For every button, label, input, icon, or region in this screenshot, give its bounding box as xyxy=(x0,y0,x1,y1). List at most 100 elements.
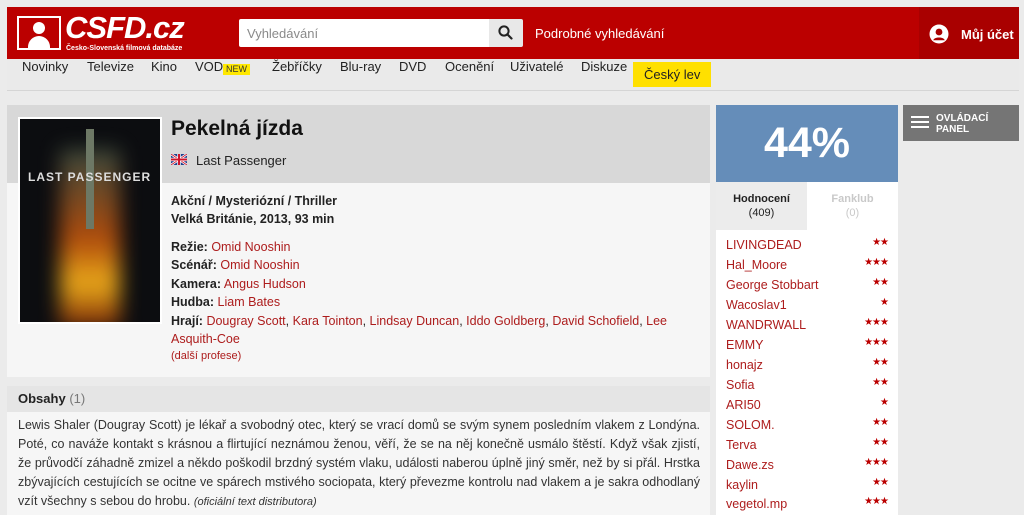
main-nav: Novinky Televize Kino VOD NEW Žebříčky B… xyxy=(7,59,1019,91)
director-row: Režie: Omid Nooshin xyxy=(171,240,291,254)
rating-row: Hal_Moore ★★★ xyxy=(726,257,889,275)
nav-item-kino[interactable]: Kino xyxy=(151,59,177,90)
writer-label: Scénář: xyxy=(171,258,217,272)
rating-user-link[interactable]: LIVINGDEAD xyxy=(726,238,802,252)
plot-header xyxy=(7,386,710,412)
rating-stars: ★ xyxy=(880,297,889,308)
rating-user-link[interactable]: Terva xyxy=(726,438,757,452)
rating-stars: ★★★ xyxy=(864,457,889,468)
account-button[interactable]: Můj účet xyxy=(919,7,1019,59)
rating-row: EMMY ★★★ xyxy=(726,337,889,355)
logo-text: CSFD.cz xyxy=(65,10,185,45)
site-logo[interactable]: CSFD.cz Česko-Slovenská filmová databáze xyxy=(17,10,187,54)
rating-stars: ★★ xyxy=(872,437,889,448)
cast-link[interactable]: Kara Tointon xyxy=(293,314,363,328)
rating-user-link[interactable]: Hal_Moore xyxy=(726,258,787,272)
tab-fanclub[interactable]: Fanklub (0) xyxy=(807,182,898,230)
rating-row: WANDRWALL ★★★ xyxy=(726,317,889,335)
rating-row: Terva ★★ xyxy=(726,437,889,455)
rating-user-link[interactable]: ARI50 xyxy=(726,398,761,412)
original-title: Last Passenger xyxy=(196,153,287,168)
nav-item-cesky-lev[interactable]: Český lev xyxy=(633,62,712,87)
more-professions-link[interactable]: (další profese) xyxy=(171,350,241,362)
camera-row: Kamera: Angus Hudson xyxy=(171,277,306,291)
rating-stars: ★★★ xyxy=(864,337,889,348)
new-badge: NEW xyxy=(223,64,250,75)
rating-row: LIVINGDEAD ★★ xyxy=(726,237,889,255)
logo-tagline: Česko-Slovenská filmová databáze xyxy=(66,45,183,52)
rating-user-link[interactable]: kaylin xyxy=(726,478,758,492)
nav-item-zebricky[interactable]: Žebříčky xyxy=(272,59,322,90)
cast-row: Hrají: Dougray Scott, Kara Tointon, Lind… xyxy=(171,314,667,346)
control-panel-button[interactable]: OVLÁDACÍ PANEL xyxy=(903,105,1019,141)
rating-row: kaylin ★★ xyxy=(726,477,889,495)
director-link[interactable]: Omid Nooshin xyxy=(211,240,290,254)
film-genres: Akční / Mysteriózní / Thriller xyxy=(171,194,338,208)
rating-user-link[interactable]: EMMY xyxy=(726,338,764,352)
rating-user-link[interactable]: SOLOM. xyxy=(726,418,775,432)
rating-user-link[interactable]: honajz xyxy=(726,358,763,372)
rating-row: ARI50 ★ xyxy=(726,397,889,415)
writer-link[interactable]: Omid Nooshin xyxy=(220,258,299,272)
rating-stars: ★★ xyxy=(872,277,889,288)
film-title: Pekelná jízda xyxy=(171,117,303,140)
film-poster[interactable]: LAST PASSENGER xyxy=(18,117,162,324)
plot-text: Lewis Shaler (Dougray Scott) je lékař a … xyxy=(18,416,700,512)
rating-user-link[interactable]: George Stobbart xyxy=(726,278,818,292)
nav-item-bluray[interactable]: Blu-ray xyxy=(340,59,381,90)
rating-stars: ★★ xyxy=(872,237,889,248)
rating-row: SOLOM. ★★ xyxy=(726,417,889,435)
account-label: Můj účet xyxy=(961,27,1014,42)
nav-item-novinky[interactable]: Novinky xyxy=(22,59,68,90)
writer-row: Scénář: Omid Nooshin xyxy=(171,258,300,272)
camera-link[interactable]: Angus Hudson xyxy=(224,277,306,291)
logo-camera-icon xyxy=(17,16,61,50)
poster-title: LAST PASSENGER xyxy=(28,170,152,184)
rating-user-link[interactable]: WANDRWALL xyxy=(726,318,806,332)
nav-item-diskuze[interactable]: Diskuze xyxy=(581,59,627,90)
rating-stars: ★★ xyxy=(872,357,889,368)
tab-ratings[interactable]: Hodnocení (409) xyxy=(716,182,807,230)
film-origin: Velká Británie, 2013, 93 min xyxy=(171,212,335,226)
search-input[interactable] xyxy=(239,19,489,47)
tab-label: Hodnocení xyxy=(733,193,790,205)
rating-row: vegetol.mp ★★★ xyxy=(726,496,889,514)
user-icon xyxy=(929,24,949,44)
site-header: CSFD.cz Česko-Slovenská filmová databáze… xyxy=(7,7,1019,59)
rating-user-link[interactable]: Dawe.zs xyxy=(726,458,774,472)
rating-stars: ★★★ xyxy=(864,257,889,268)
plot-heading-label: Obsahy xyxy=(18,391,66,406)
search-icon xyxy=(498,25,513,40)
music-row: Hudba: Liam Bates xyxy=(171,295,280,309)
nav-item-dvd[interactable]: DVD xyxy=(399,59,426,90)
control-panel-label: OVLÁDACÍ PANEL xyxy=(936,113,989,135)
camera-label: Kamera: xyxy=(171,277,222,291)
menu-icon xyxy=(911,116,929,128)
plot-body: Lewis Shaler (Dougray Scott) je lékař a … xyxy=(18,418,700,508)
tab-label: Fanklub xyxy=(831,193,874,205)
search-button[interactable] xyxy=(489,19,523,47)
cast-link[interactable]: Lindsay Duncan xyxy=(370,314,460,328)
nav-item-oceneni[interactable]: Ocenění xyxy=(445,59,494,90)
rating-stars: ★★ xyxy=(872,377,889,388)
rating-stars: ★ xyxy=(880,397,889,408)
director-label: Režie: xyxy=(171,240,208,254)
nav-item-vod[interactable]: VOD xyxy=(195,59,223,90)
nav-item-uzivatele[interactable]: Uživatelé xyxy=(510,59,563,90)
rating-row: George Stobbart ★★ xyxy=(726,277,889,295)
cast-link[interactable]: Dougray Scott xyxy=(206,314,285,328)
rating-row: Wacoslav1 ★ xyxy=(726,297,889,315)
advanced-search-link[interactable]: Podrobné vyhledávání xyxy=(535,26,664,41)
uk-flag-icon xyxy=(171,154,187,165)
plot-count: (1) xyxy=(69,391,86,406)
cast-link[interactable]: Iddo Goldberg xyxy=(466,314,545,328)
nav-item-televize[interactable]: Televize xyxy=(87,59,134,90)
rating-user-link[interactable]: Sofia xyxy=(726,378,755,392)
rating-user-link[interactable]: Wacoslav1 xyxy=(726,298,787,312)
rating-user-link[interactable]: vegetol.mp xyxy=(726,497,787,511)
cast-link[interactable]: David Schofield xyxy=(552,314,639,328)
ratings-tabs: Hodnocení (409) Fanklub (0) xyxy=(716,182,898,230)
music-link[interactable]: Liam Bates xyxy=(218,295,281,309)
rating-stars: ★★★ xyxy=(864,317,889,328)
plot-heading: Obsahy (1) xyxy=(18,391,85,406)
